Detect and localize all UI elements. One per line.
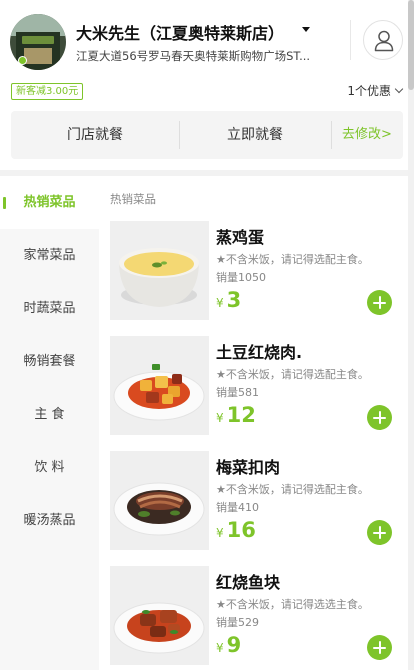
add-to-cart-button[interactable] — [367, 405, 392, 430]
dine-now-option[interactable]: 立即就餐 — [179, 111, 331, 159]
currency-symbol: ¥ — [216, 296, 224, 310]
dish-photo — [110, 451, 209, 550]
section-title: 热销菜品 — [110, 192, 156, 206]
coupon-dropdown[interactable]: 1个优惠 — [347, 82, 404, 99]
dish-photo — [110, 221, 209, 320]
price-value: 12 — [226, 403, 256, 427]
price-value: 9 — [226, 633, 242, 657]
user-profile-button[interactable] — [363, 20, 403, 60]
sidebar-item-label: 家常菜品 — [23, 248, 76, 263]
sidebar-item-label: 暖汤蒸品 — [23, 513, 76, 528]
dish-sales: 销量410 — [216, 501, 259, 514]
store-header: 大米先生（江夏奥特莱斯店） 江夏大道56号罗马春天奥特莱斯购物广场ST... 新… — [0, 0, 414, 170]
dish-note: ★不含米饭，请记得选配主食。 — [216, 253, 369, 266]
dish-price: ¥9 — [216, 633, 241, 657]
sidebar-item-label: 主 食 — [34, 407, 65, 422]
dish-note: ★不含米饭，请记得选配主食。 — [216, 368, 369, 381]
dish-note: ★不含米饭，请记得选配主食。 — [216, 483, 369, 496]
open-status-dot — [18, 56, 27, 65]
sidebar-item-staple-food[interactable]: 主 食 — [0, 388, 99, 441]
sidebar-item-set-meals[interactable]: 畅销套餐 — [0, 335, 99, 388]
currency-symbol: ¥ — [216, 526, 224, 540]
user-icon — [374, 30, 394, 52]
sidebar-item-vegetables[interactable]: 时蔬菜品 — [0, 282, 99, 335]
change-dine-mode-link[interactable]: 去修改> — [331, 111, 403, 159]
dish-price: ¥16 — [216, 518, 256, 542]
dine-in-store-option[interactable]: 门店就餐 — [11, 111, 179, 159]
menu-item[interactable]: 蒸鸡蛋 ★不含米饭，请记得选配主食。 销量1050 ¥3 — [110, 221, 410, 321]
dish-name: 土豆红烧肉. — [216, 343, 303, 362]
scrollbar-thumb[interactable] — [408, 0, 414, 90]
price-value: 3 — [226, 288, 242, 312]
dish-name: 梅菜扣肉 — [216, 458, 281, 477]
chevron-down-icon — [394, 84, 404, 94]
category-sidebar: 热销菜品 家常菜品 时蔬菜品 畅销套餐 主 食 饮 料 暖汤蒸品 — [0, 176, 99, 670]
add-to-cart-button[interactable] — [367, 290, 392, 315]
sidebar-item-label: 畅销套餐 — [23, 354, 76, 369]
dish-photo — [110, 566, 209, 665]
dish-name: 蒸鸡蛋 — [216, 228, 265, 247]
add-to-cart-button[interactable] — [367, 520, 392, 545]
dish-price: ¥3 — [216, 288, 241, 312]
sidebar-item-label: 饮 料 — [34, 460, 65, 475]
caret-down-icon[interactable] — [302, 27, 310, 32]
dish-sales: 销量529 — [216, 616, 259, 629]
dish-sales: 销量581 — [216, 386, 259, 399]
menu-item[interactable]: 土豆红烧肉. ★不含米饭，请记得选配主食。 销量581 ¥12 — [110, 336, 410, 436]
scrollbar-track[interactable] — [408, 0, 414, 670]
currency-symbol: ¥ — [216, 411, 224, 425]
store-address: 江夏大道56号罗马春天奥特莱斯购物广场ST... — [76, 49, 311, 63]
dish-note: ★不含米饭，请记得选选主食。 — [216, 598, 369, 611]
add-to-cart-button[interactable] — [367, 635, 392, 660]
dine-mode-bar: 门店就餐 立即就餐 去修改> — [11, 111, 403, 159]
sidebar-item-soups[interactable]: 暖汤蒸品 — [0, 494, 99, 547]
menu-item[interactable]: 梅菜扣肉 ★不含米饭，请记得选配主食。 销量410 ¥16 — [110, 451, 410, 551]
sidebar-item-hot[interactable]: 热销菜品 — [0, 176, 99, 229]
sidebar-item-home-style[interactable]: 家常菜品 — [0, 229, 99, 282]
menu-item[interactable]: 红烧鱼块 ★不含米饭，请记得选选主食。 销量529 ¥9 — [110, 566, 410, 666]
new-customer-discount-badge: 新客减3.00元 — [11, 83, 84, 100]
dish-sales: 销量1050 — [216, 271, 266, 284]
header-divider — [350, 20, 351, 60]
store-name[interactable]: 大米先生（江夏奥特莱斯店） — [76, 20, 284, 44]
dish-photo — [110, 336, 209, 435]
active-indicator — [3, 197, 6, 209]
dish-price: ¥12 — [216, 403, 256, 427]
dish-name: 红烧鱼块 — [216, 573, 281, 592]
coupon-count-label: 1个优惠 — [347, 84, 391, 98]
sidebar-item-label: 热销菜品 — [23, 195, 76, 210]
sidebar-item-label: 时蔬菜品 — [23, 301, 76, 316]
sidebar-item-drinks[interactable]: 饮 料 — [0, 441, 99, 494]
currency-symbol: ¥ — [216, 641, 224, 655]
price-value: 16 — [226, 518, 256, 542]
